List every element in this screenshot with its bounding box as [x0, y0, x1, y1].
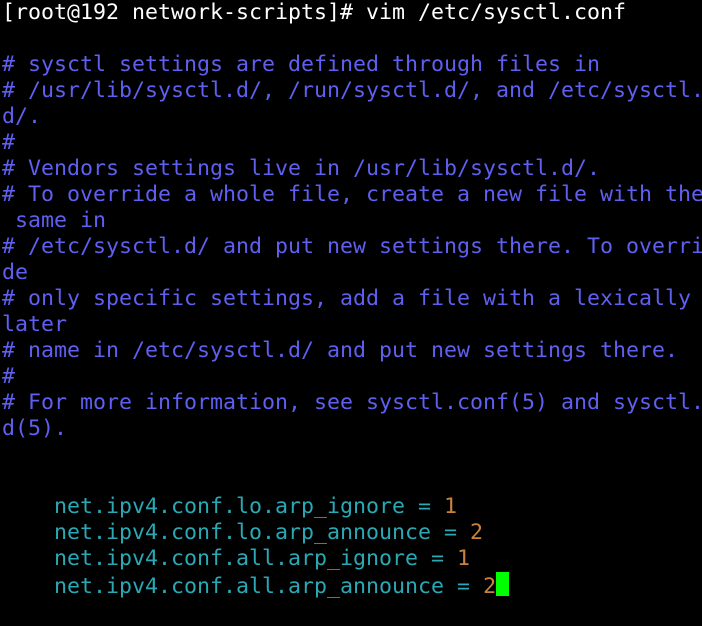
setting-value: 2: [470, 520, 484, 545]
comment-line: # Vendors settings live in /usr/lib/sysc…: [2, 156, 601, 181]
comment-line: # /etc/sysctl.d/ and put new settings th…: [2, 234, 702, 259]
setting-line: net.ipv4.conf.all.arp_ignore = 1: [2, 520, 470, 571]
comment-line: # To override a whole file, create a new…: [2, 182, 702, 207]
comment-line: # only specific settings, add a file wit…: [2, 286, 692, 311]
setting-line: net.ipv4.conf.lo.arp_announce = 2: [2, 494, 483, 545]
text-cursor: [496, 572, 510, 596]
comment-line: # sysctl settings are defined through fi…: [2, 52, 601, 77]
comment-line: #: [2, 130, 16, 155]
shell-prompt-line: [root@192 network-scripts]# vim /etc/sys…: [2, 0, 627, 25]
setting-value: 2: [483, 574, 497, 599]
terminal-window[interactable]: [root@192 network-scripts]# vim /etc/sys…: [0, 0, 702, 599]
setting-line: net.ipv4.conf.all.arp_announce = 2: [2, 546, 510, 599]
setting-line: net.ipv4.conf.lo.arp_ignore = 1: [2, 468, 457, 519]
comment-line: de: [2, 260, 29, 285]
setting-operator: =: [444, 574, 484, 599]
setting-key: net.ipv4.conf.all.arp_announce: [54, 574, 445, 599]
comment-line: later: [2, 312, 68, 337]
comment-line: # For more information, see sysctl.conf(…: [2, 390, 702, 415]
comment-line: # /usr/lib/sysctl.d/, /run/sysctl.d/, an…: [2, 78, 702, 103]
comment-line: d(5).: [2, 416, 68, 441]
comment-line: d/.: [2, 104, 42, 129]
comment-line: same in: [2, 208, 107, 233]
comment-line: # name in /etc/sysctl.d/ and put new set…: [2, 338, 679, 363]
comment-line: #: [2, 364, 16, 389]
